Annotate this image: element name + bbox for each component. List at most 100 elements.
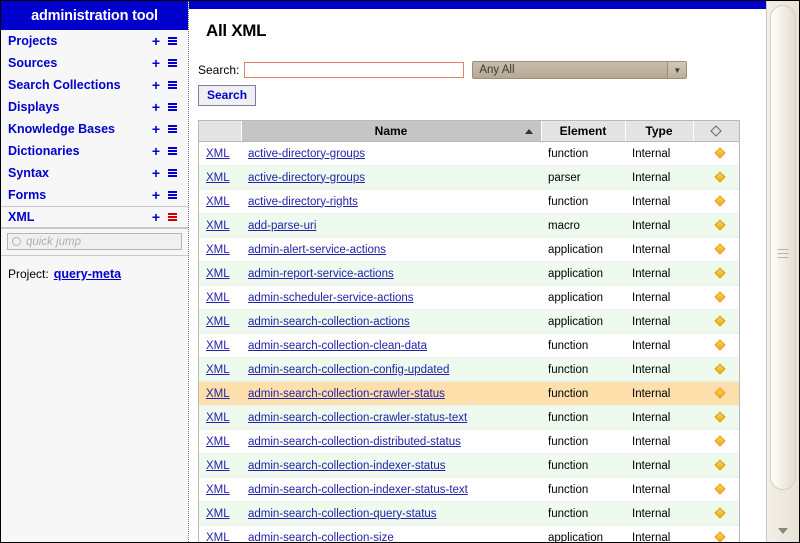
sidebar-item-label[interactable]: Dictionaries (8, 144, 148, 158)
sidebar-item-displays[interactable]: Displays + (1, 96, 188, 118)
table-row[interactable]: XML admin-scheduler-service-actions applic… (199, 285, 739, 310)
table-row[interactable]: XML active-directory-rights function Intern… (199, 189, 739, 214)
table-row[interactable]: XML admin-search-collection-indexer-statu… (199, 477, 739, 502)
vertical-scrollbar[interactable] (766, 1, 799, 542)
name-link[interactable]: admin-search-collection-config-updated (248, 364, 449, 376)
hamburger-icon[interactable] (164, 191, 180, 199)
name-link[interactable]: add-parse-uri (248, 220, 316, 232)
name-link[interactable]: admin-search-collection-actions (248, 316, 410, 328)
name-link[interactable]: active-directory-groups (248, 148, 365, 160)
quick-jump-input[interactable]: quick jump (7, 233, 182, 250)
xml-link[interactable]: XML (206, 460, 230, 472)
xml-link[interactable]: XML (206, 172, 230, 184)
sidebar-item-label[interactable]: Sources (8, 56, 148, 70)
xml-link[interactable]: XML (206, 532, 230, 543)
name-link[interactable]: admin-search-collection-query-status (248, 508, 437, 520)
hamburger-icon[interactable] (164, 81, 180, 89)
column-header-type[interactable]: Type (625, 121, 694, 142)
name-link[interactable]: active-directory-rights (248, 196, 358, 208)
xml-link[interactable]: XML (206, 268, 230, 280)
column-header-element[interactable]: Element (541, 121, 626, 142)
table-row[interactable]: XML admin-search-collection-distributed-s… (199, 429, 739, 454)
diamond-icon[interactable] (713, 362, 726, 375)
name-link[interactable]: admin-search-collection-crawler-status (248, 388, 445, 400)
xml-link[interactable]: XML (206, 316, 230, 328)
diamond-icon[interactable] (713, 242, 726, 255)
diamond-icon[interactable] (713, 338, 726, 351)
column-header-name[interactable]: Name (241, 121, 542, 142)
scrollbar-thumb[interactable] (770, 5, 796, 490)
hamburger-icon[interactable] (164, 37, 180, 45)
table-row[interactable]: XML admin-report-service-actions applicati… (199, 261, 739, 286)
xml-link[interactable]: XML (206, 436, 230, 448)
plus-icon[interactable]: + (148, 100, 164, 114)
name-link[interactable]: admin-search-collection-indexer-status (248, 460, 446, 472)
xml-link[interactable]: XML (206, 364, 230, 376)
search-scope-select[interactable]: Any All ▼ (472, 61, 688, 79)
plus-icon[interactable]: + (148, 144, 164, 158)
diamond-icon[interactable] (713, 314, 726, 327)
plus-icon[interactable]: + (148, 34, 164, 48)
plus-icon[interactable]: + (148, 122, 164, 136)
xml-link[interactable]: XML (206, 508, 230, 520)
hamburger-icon[interactable] (164, 59, 180, 67)
sidebar-item-label[interactable]: Syntax (8, 166, 148, 180)
sidebar-item-label[interactable]: Projects (8, 34, 148, 48)
hamburger-icon[interactable] (164, 125, 180, 133)
table-row[interactable]: XML active-directory-groups function Intern… (199, 141, 739, 166)
plus-icon[interactable]: + (148, 56, 164, 70)
diamond-icon[interactable] (713, 458, 726, 471)
diamond-icon[interactable] (713, 146, 726, 159)
sidebar-item-sources[interactable]: Sources + (1, 52, 188, 74)
sidebar-item-syntax[interactable]: Syntax + (1, 162, 188, 184)
table-row[interactable]: XML admin-search-collection-clean-data fun… (199, 333, 739, 358)
diamond-icon[interactable] (713, 434, 726, 447)
table-row[interactable]: XML admin-search-collection-size applicati… (199, 525, 739, 543)
search-input[interactable] (244, 62, 465, 78)
xml-link[interactable]: XML (206, 340, 230, 352)
sidebar-item-knowledge-bases[interactable]: Knowledge Bases + (1, 118, 188, 140)
diamond-icon[interactable] (713, 218, 726, 231)
name-link[interactable]: admin-search-collection-crawler-status-t… (248, 412, 467, 424)
caret-down-icon[interactable] (778, 528, 788, 534)
xml-link[interactable]: XML (206, 412, 230, 424)
name-link[interactable]: admin-search-collection-size (248, 532, 394, 543)
xml-link[interactable]: XML (206, 220, 230, 232)
sidebar-item-dictionaries[interactable]: Dictionaries + (1, 140, 188, 162)
name-link[interactable]: admin-report-service-actions (248, 268, 394, 280)
xml-link[interactable]: XML (206, 196, 230, 208)
sidebar-item-forms[interactable]: Forms + (1, 184, 188, 206)
xml-link[interactable]: XML (206, 148, 230, 160)
hamburger-icon[interactable] (164, 213, 180, 221)
hamburger-icon[interactable] (164, 169, 180, 177)
sidebar-item-search-collections[interactable]: Search Collections + (1, 74, 188, 96)
table-row[interactable]: XML admin-search-collection-query-status f… (199, 501, 739, 526)
diamond-icon[interactable] (713, 266, 726, 279)
name-link[interactable]: admin-scheduler-service-actions (248, 292, 414, 304)
xml-link[interactable]: XML (206, 244, 230, 256)
diamond-icon[interactable] (713, 170, 726, 183)
name-link[interactable]: admin-search-collection-distributed-stat… (248, 436, 461, 448)
name-link[interactable]: admin-search-collection-indexer-status-t… (248, 484, 468, 496)
name-link[interactable]: admin-alert-service-actions (248, 244, 386, 256)
table-row[interactable]: XML admin-search-collection-actions applic… (199, 309, 739, 334)
diamond-icon[interactable] (713, 410, 726, 423)
sidebar-item-label[interactable]: Search Collections (8, 78, 148, 92)
name-link[interactable]: admin-search-collection-clean-data (248, 340, 427, 352)
diamond-icon[interactable] (713, 530, 726, 542)
table-row[interactable]: XML admin-search-collection-crawler-statu… (199, 381, 739, 406)
sidebar-item-label[interactable]: Displays (8, 100, 148, 114)
plus-icon[interactable]: + (148, 210, 164, 224)
xml-link[interactable]: XML (206, 292, 230, 304)
column-header-flag[interactable] (693, 121, 739, 142)
project-value-link[interactable]: query-meta (54, 267, 121, 281)
name-link[interactable]: active-directory-groups (248, 172, 365, 184)
plus-icon[interactable]: + (148, 166, 164, 180)
sidebar-item-projects[interactable]: Projects + (1, 30, 188, 52)
plus-icon[interactable]: + (148, 78, 164, 92)
hamburger-icon[interactable] (164, 103, 180, 111)
plus-icon[interactable]: + (148, 188, 164, 202)
table-row[interactable]: XML admin-search-collection-indexer-statu… (199, 453, 739, 478)
hamburger-icon[interactable] (164, 147, 180, 155)
search-button[interactable]: Search (198, 85, 257, 106)
